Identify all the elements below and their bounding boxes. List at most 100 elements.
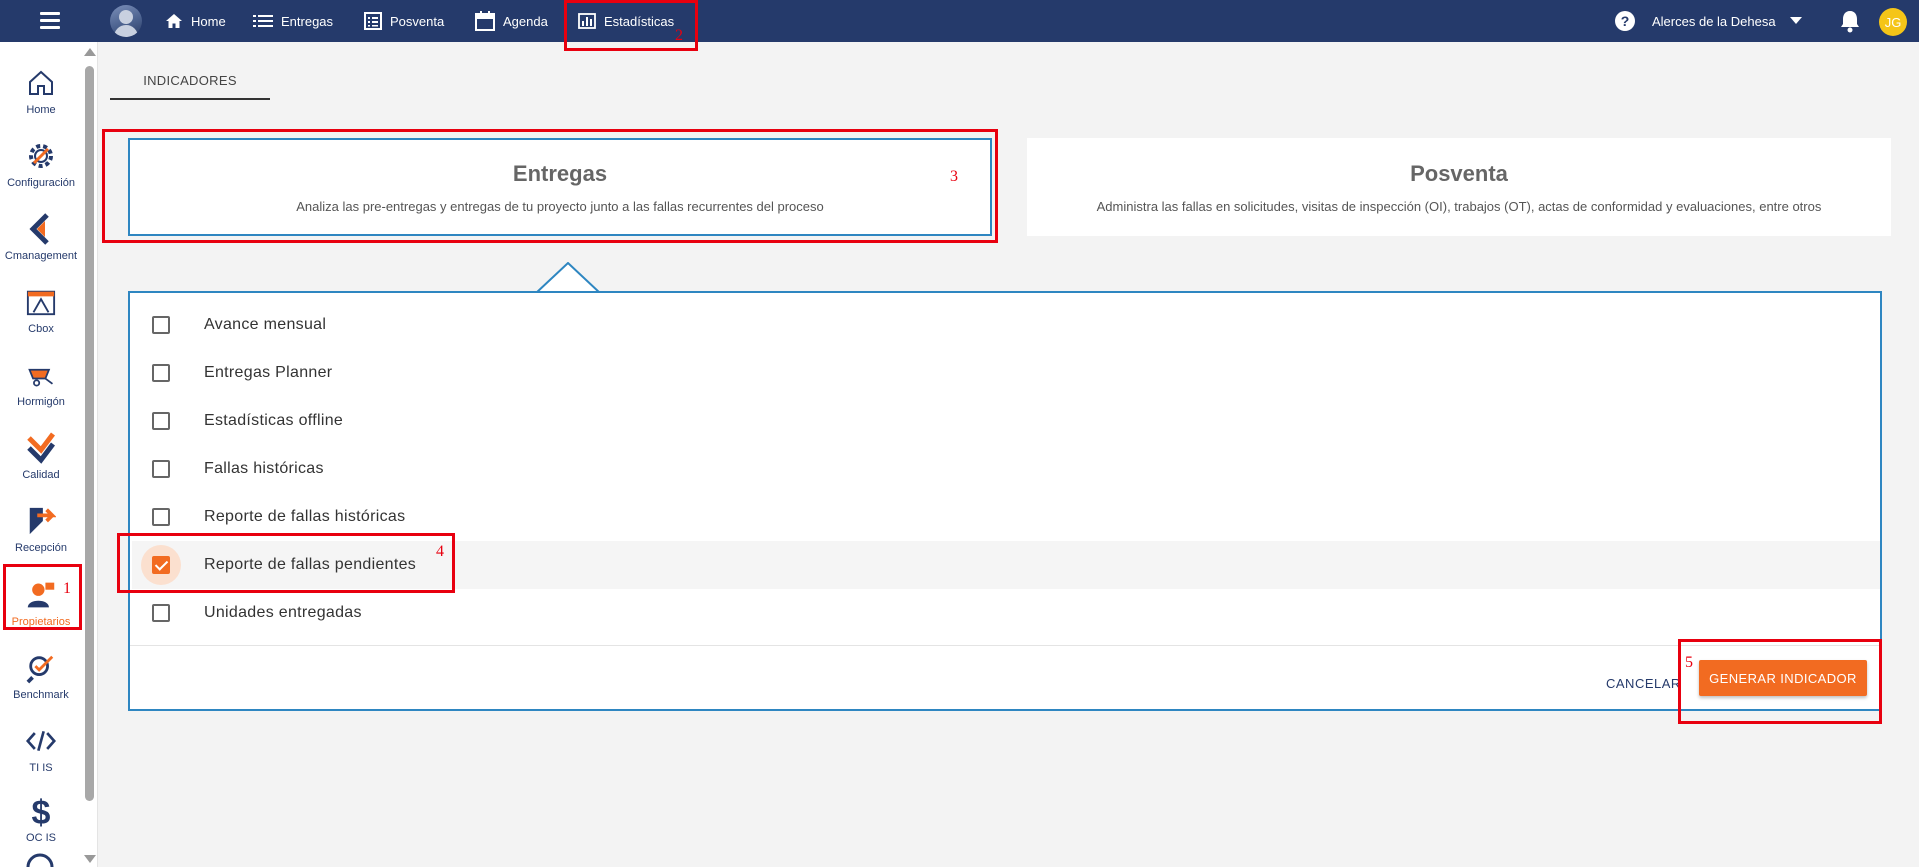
home-icon (166, 14, 182, 28)
sidebar-item-label: Calidad (22, 469, 60, 481)
sidebar-item-label: Propietarios (11, 616, 71, 628)
indicators-panel: Avance mensual Entregas Planner Estadíst… (128, 291, 1882, 711)
generate-indicator-button[interactable]: GENERAR INDICADOR (1699, 660, 1867, 696)
cmanagement-icon (29, 213, 49, 245)
nav-agenda-label: Agenda (503, 13, 548, 29)
bar-chart-icon (578, 13, 596, 29)
menu-icon[interactable] (40, 12, 60, 29)
sidebar-item-label: Hormigón (17, 396, 65, 408)
indicator-row-reporte-fallas-historicas[interactable]: Reporte de fallas históricas (132, 493, 1880, 541)
project-name: Alerces de la Dehesa (1652, 13, 1776, 29)
card-description: Administra las fallas en solicitudes, vi… (1096, 198, 1822, 214)
nav-posventa-label: Posventa (390, 13, 445, 29)
tab-indicadores[interactable]: INDICADORES (110, 62, 270, 100)
sidebar: Home Configuración Cmanagement Cbox Horm… (0, 42, 98, 867)
indicator-row-entregas-planner[interactable]: Entregas Planner (132, 349, 1880, 397)
indicator-row-unidades-entregadas[interactable]: Unidades entregadas (132, 589, 1880, 637)
indicator-row-estadisticas-offline[interactable]: Estadísticas offline (132, 397, 1880, 445)
code-icon (26, 730, 56, 752)
benchmark-icon (26, 655, 54, 684)
card-title: Posventa (1410, 160, 1508, 186)
dollar-icon: $ (32, 794, 51, 828)
sidebar-item-label: Home (26, 104, 56, 116)
sidebar-item-calidad[interactable]: Calidad (0, 421, 82, 493)
wheelbarrow-icon (28, 368, 53, 387)
indicator-label: Avance mensual (204, 316, 327, 333)
sidebar-item-label: OC IS (26, 832, 56, 844)
indicator-row-avance-mensual[interactable]: Avance mensual (132, 301, 1880, 349)
scroll-up-icon[interactable] (84, 48, 96, 56)
quality-icon (27, 432, 55, 464)
indicator-label: Entregas Planner (204, 364, 333, 381)
nav-home[interactable]: Home (165, 0, 226, 42)
panel-divider (130, 645, 1880, 646)
svg-text:$: $ (32, 794, 51, 828)
indicator-label: Unidades entregadas (204, 604, 362, 621)
caret-down-icon (1789, 17, 1802, 24)
scroll-down-icon[interactable] (84, 855, 96, 863)
checkbox-checked[interactable] (152, 556, 170, 574)
sidebar-item-cmanagement[interactable]: Cmanagement (0, 202, 82, 274)
card-posventa[interactable]: Posventa Administra las fallas en solici… (1027, 138, 1891, 236)
svg-text:?: ? (1621, 13, 1630, 29)
nav-entregas[interactable]: Entregas (253, 0, 333, 42)
sidebar-item-cbox[interactable]: Cbox (0, 275, 82, 347)
sidebar-item-label: Recepción (15, 542, 67, 554)
nav-estadisticas-label: Estadísticas (604, 13, 675, 29)
checkbox[interactable] (152, 604, 170, 622)
calendar-icon (475, 11, 495, 31)
card-description: Analiza las pre-entregas y entregas de t… (296, 198, 824, 214)
card-entregas[interactable]: Entregas Analiza las pre-entregas y entr… (128, 138, 992, 236)
scroll-thumb[interactable] (85, 66, 94, 801)
indicator-label: Estadísticas offline (204, 412, 344, 429)
sidebar-item-oc-is[interactable]: $ OC IS (0, 784, 82, 856)
sidebar-item-label: Cmanagement (4, 250, 78, 262)
user-avatar[interactable]: JG (1879, 8, 1907, 36)
project-selector[interactable]: Alerces de la Dehesa (1652, 0, 1802, 42)
sidebar-item-label: TI IS (29, 762, 53, 774)
nav-posventa[interactable]: Posventa (364, 0, 444, 42)
checkbox[interactable] (152, 364, 170, 382)
panel-pointer (536, 262, 600, 294)
nav-estadisticas[interactable]: Estadísticas (578, 0, 674, 42)
indicator-label: Reporte de fallas históricas (204, 508, 406, 525)
sidebar-item-label: Benchmark (13, 689, 69, 701)
sidebar-item-propietarios[interactable]: Propietarios (0, 568, 82, 640)
top-bar: Home Entregas Posventa Agenda Estadístic… (0, 0, 1919, 42)
checkbox[interactable] (152, 316, 170, 334)
sidebar-item-hormigon[interactable]: Hormigón (0, 348, 82, 420)
gear-icon (29, 144, 53, 168)
sidebar-item-label: Cbox (28, 323, 54, 335)
nav-entregas-label: Entregas (281, 13, 334, 29)
sidebar-item-recepcion[interactable]: Recepción (0, 494, 82, 566)
cancel-button[interactable]: CANCELAR (1606, 665, 1681, 701)
checkbox[interactable] (152, 412, 170, 430)
help-icon: ? (1615, 11, 1635, 31)
indicator-row-fallas-historicas[interactable]: Fallas históricas (132, 445, 1880, 493)
checkbox[interactable] (152, 460, 170, 478)
notifications-button[interactable] (1839, 0, 1861, 42)
owners-icon (27, 582, 55, 608)
sidebar-item-benchmark[interactable]: Benchmark (0, 641, 82, 713)
sidebar-item-home[interactable]: Home (0, 56, 82, 128)
list-icon (253, 15, 273, 27)
checkbox[interactable] (152, 508, 170, 526)
sidebar-item-ti-is[interactable]: TI IS (0, 714, 82, 786)
home-icon (29, 70, 53, 95)
cbox-icon (26, 290, 56, 316)
sidebar-scrollbar[interactable] (84, 48, 96, 863)
nav-agenda[interactable]: Agenda (475, 0, 548, 42)
card-title: Entregas (512, 160, 608, 186)
checklist-icon (364, 12, 382, 30)
nav-home-label: Home (191, 13, 226, 29)
indicator-row-reporte-fallas-pendientes[interactable]: Reporte de fallas pendientes (132, 541, 1880, 589)
indicator-label: Reporte de fallas pendientes (204, 556, 417, 573)
sidebar-item-label: Configuración (7, 177, 75, 189)
partial-sidebar-icon (26, 853, 54, 867)
sidebar-item-configuracion[interactable]: Configuración (0, 129, 82, 201)
help-button[interactable]: ? (1614, 0, 1636, 42)
avatar[interactable] (110, 5, 142, 37)
indicator-label: Fallas históricas (204, 460, 324, 477)
bell-icon (1841, 11, 1859, 33)
reception-icon (29, 507, 56, 535)
